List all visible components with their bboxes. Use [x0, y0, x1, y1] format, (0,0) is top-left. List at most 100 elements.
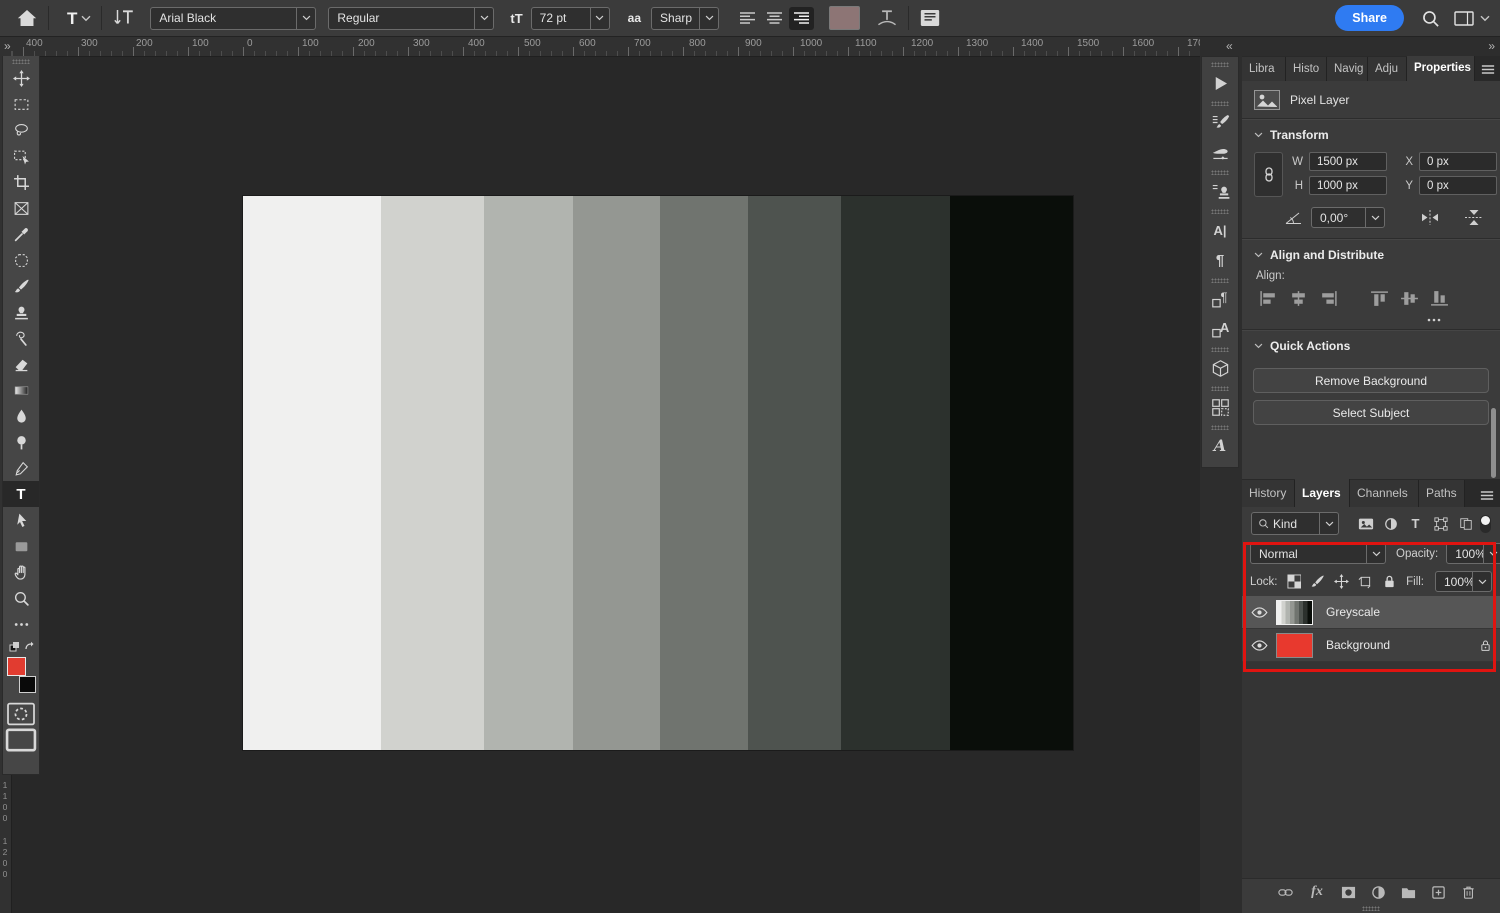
- swap-colors-icon[interactable]: [7, 639, 35, 655]
- toggle-panels-icon[interactable]: [919, 8, 941, 28]
- flip-horizontal-icon[interactable]: [1419, 209, 1441, 226]
- new-adjustment-layer-icon[interactable]: [1371, 885, 1386, 900]
- rotation-angle-select[interactable]: 0,00°: [1311, 207, 1385, 228]
- align-vertical-centers-icon[interactable]: [1400, 290, 1419, 307]
- align-horizontal-centers-icon[interactable]: [1289, 290, 1308, 307]
- tab-paths[interactable]: Paths: [1419, 480, 1465, 507]
- greyscale-layer-thumbnail[interactable]: [1276, 600, 1313, 625]
- new-layer-icon[interactable]: [1431, 885, 1446, 900]
- lock-transparency-icon[interactable]: [1287, 574, 1302, 589]
- layer-effects-icon[interactable]: fx: [1308, 885, 1326, 900]
- pen-tool[interactable]: [3, 455, 39, 481]
- align-top-edges-icon[interactable]: [1370, 290, 1389, 307]
- panel-menu-icon[interactable]: [1475, 57, 1500, 81]
- toolbar-collapse-icon[interactable]: »: [4, 39, 10, 53]
- visibility-eye-icon[interactable]: [1242, 640, 1276, 651]
- visibility-eye-icon[interactable]: [1242, 607, 1276, 618]
- more-options-icon[interactable]: [1426, 317, 1442, 323]
- frame-tool[interactable]: [3, 195, 39, 221]
- blur-tool[interactable]: [3, 403, 39, 429]
- background-layer-thumbnail[interactable]: [1276, 633, 1313, 658]
- glyphs-panel-button[interactable]: A: [1202, 431, 1238, 461]
- lock-all-icon[interactable]: [1382, 574, 1397, 589]
- foreground-color-swatch[interactable]: [7, 657, 26, 676]
- filter-type-layers-icon[interactable]: T: [1403, 514, 1428, 534]
- object-selection-tool[interactable]: [3, 143, 39, 169]
- panels-collapse-icon[interactable]: »: [1488, 39, 1494, 53]
- clone-source-panel-button[interactable]: [1202, 176, 1238, 206]
- type-tool-indicator-icon[interactable]: T: [67, 10, 77, 27]
- dock-grip[interactable]: [1211, 386, 1229, 391]
- pattern-panel-button[interactable]: [1202, 392, 1238, 422]
- dock-grip[interactable]: [1211, 62, 1229, 67]
- tab-layers[interactable]: Layers: [1295, 479, 1350, 507]
- y-field[interactable]: 0 px: [1419, 176, 1497, 195]
- chevron-down-icon[interactable]: [1480, 15, 1490, 22]
- tab-channels[interactable]: Channels: [1350, 480, 1419, 507]
- type-tool[interactable]: T: [3, 481, 39, 507]
- hand-tool[interactable]: [3, 559, 39, 585]
- quick-actions-section-header[interactable]: Quick Actions: [1242, 331, 1500, 361]
- clone-stamp-tool[interactable]: [3, 299, 39, 325]
- font-style-select[interactable]: Regular: [328, 7, 494, 30]
- tab-navigator[interactable]: Navig: [1327, 57, 1368, 81]
- layer-name[interactable]: Greyscale: [1326, 605, 1500, 619]
- actions-panel-button[interactable]: [1202, 68, 1238, 98]
- scrollbar[interactable]: [1491, 408, 1496, 478]
- layer-row-greyscale[interactable]: Greyscale: [1242, 596, 1500, 629]
- gradient-tool[interactable]: [3, 377, 39, 403]
- lock-position-icon[interactable]: [1334, 574, 1349, 589]
- transform-section-header[interactable]: Transform: [1242, 120, 1500, 150]
- align-left-edges-icon[interactable]: [1259, 290, 1278, 307]
- select-subject-button[interactable]: Select Subject: [1253, 400, 1489, 425]
- history-brush-tool[interactable]: [3, 325, 39, 351]
- flip-vertical-icon[interactable]: [1463, 209, 1485, 226]
- home-icon[interactable]: [16, 8, 38, 28]
- tab-libraries[interactable]: Libra: [1242, 57, 1286, 81]
- brushes-panel-button[interactable]: [1202, 137, 1238, 167]
- filter-shape-layers-icon[interactable]: [1428, 514, 1453, 534]
- link-layers-icon[interactable]: [1278, 885, 1293, 900]
- tab-history[interactable]: History: [1242, 480, 1295, 507]
- lock-pixels-icon[interactable]: [1310, 574, 1325, 589]
- dock-grip[interactable]: [1211, 425, 1229, 430]
- 3d-panel-button[interactable]: [1202, 353, 1238, 383]
- character-panel-button[interactable]: A|: [1202, 215, 1238, 245]
- dock-grip[interactable]: [1211, 101, 1229, 106]
- path-selection-tool[interactable]: [3, 507, 39, 533]
- link-dimensions-button[interactable]: [1254, 152, 1283, 197]
- healing-brush-tool[interactable]: [3, 247, 39, 273]
- dock-grip[interactable]: [1211, 347, 1229, 352]
- opacity-select[interactable]: 100%: [1446, 543, 1500, 564]
- edit-toolbar-button[interactable]: [3, 611, 39, 637]
- screen-mode-button[interactable]: [3, 727, 39, 753]
- toolbar-grip[interactable]: [12, 59, 30, 64]
- layer-name[interactable]: Background: [1326, 638, 1470, 652]
- lock-artboard-icon[interactable]: [1358, 574, 1373, 589]
- panel-menu-icon[interactable]: [1474, 483, 1500, 507]
- filter-smart-objects-icon[interactable]: [1453, 514, 1478, 534]
- lasso-tool[interactable]: [3, 117, 39, 143]
- tab-histogram[interactable]: Histo: [1286, 57, 1327, 81]
- brush-tool[interactable]: [3, 273, 39, 299]
- x-field[interactable]: 0 px: [1419, 152, 1497, 171]
- align-center-button[interactable]: [762, 7, 787, 30]
- filter-adjustment-layers-icon[interactable]: [1378, 514, 1403, 534]
- delete-layer-icon[interactable]: [1461, 885, 1476, 900]
- dock-grip[interactable]: [1211, 278, 1229, 283]
- share-button[interactable]: Share: [1335, 5, 1404, 31]
- search-icon[interactable]: [1421, 9, 1440, 28]
- dock-grip[interactable]: [1211, 170, 1229, 175]
- eyedropper-tool[interactable]: [3, 221, 39, 247]
- dock-expand-icon[interactable]: «: [1226, 39, 1232, 53]
- anti-alias-select[interactable]: Sharp: [651, 7, 719, 30]
- zoom-tool[interactable]: [3, 585, 39, 611]
- document-canvas[interactable]: [243, 196, 1073, 750]
- align-right-button[interactable]: [789, 7, 814, 30]
- filter-pixel-layers-icon[interactable]: [1353, 514, 1378, 534]
- align-bottom-edges-icon[interactable]: [1430, 290, 1449, 307]
- quick-mask-button[interactable]: [3, 701, 39, 727]
- width-field[interactable]: 1500 px: [1309, 152, 1387, 171]
- align-right-edges-icon[interactable]: [1319, 290, 1338, 307]
- align-section-header[interactable]: Align and Distribute: [1242, 240, 1500, 270]
